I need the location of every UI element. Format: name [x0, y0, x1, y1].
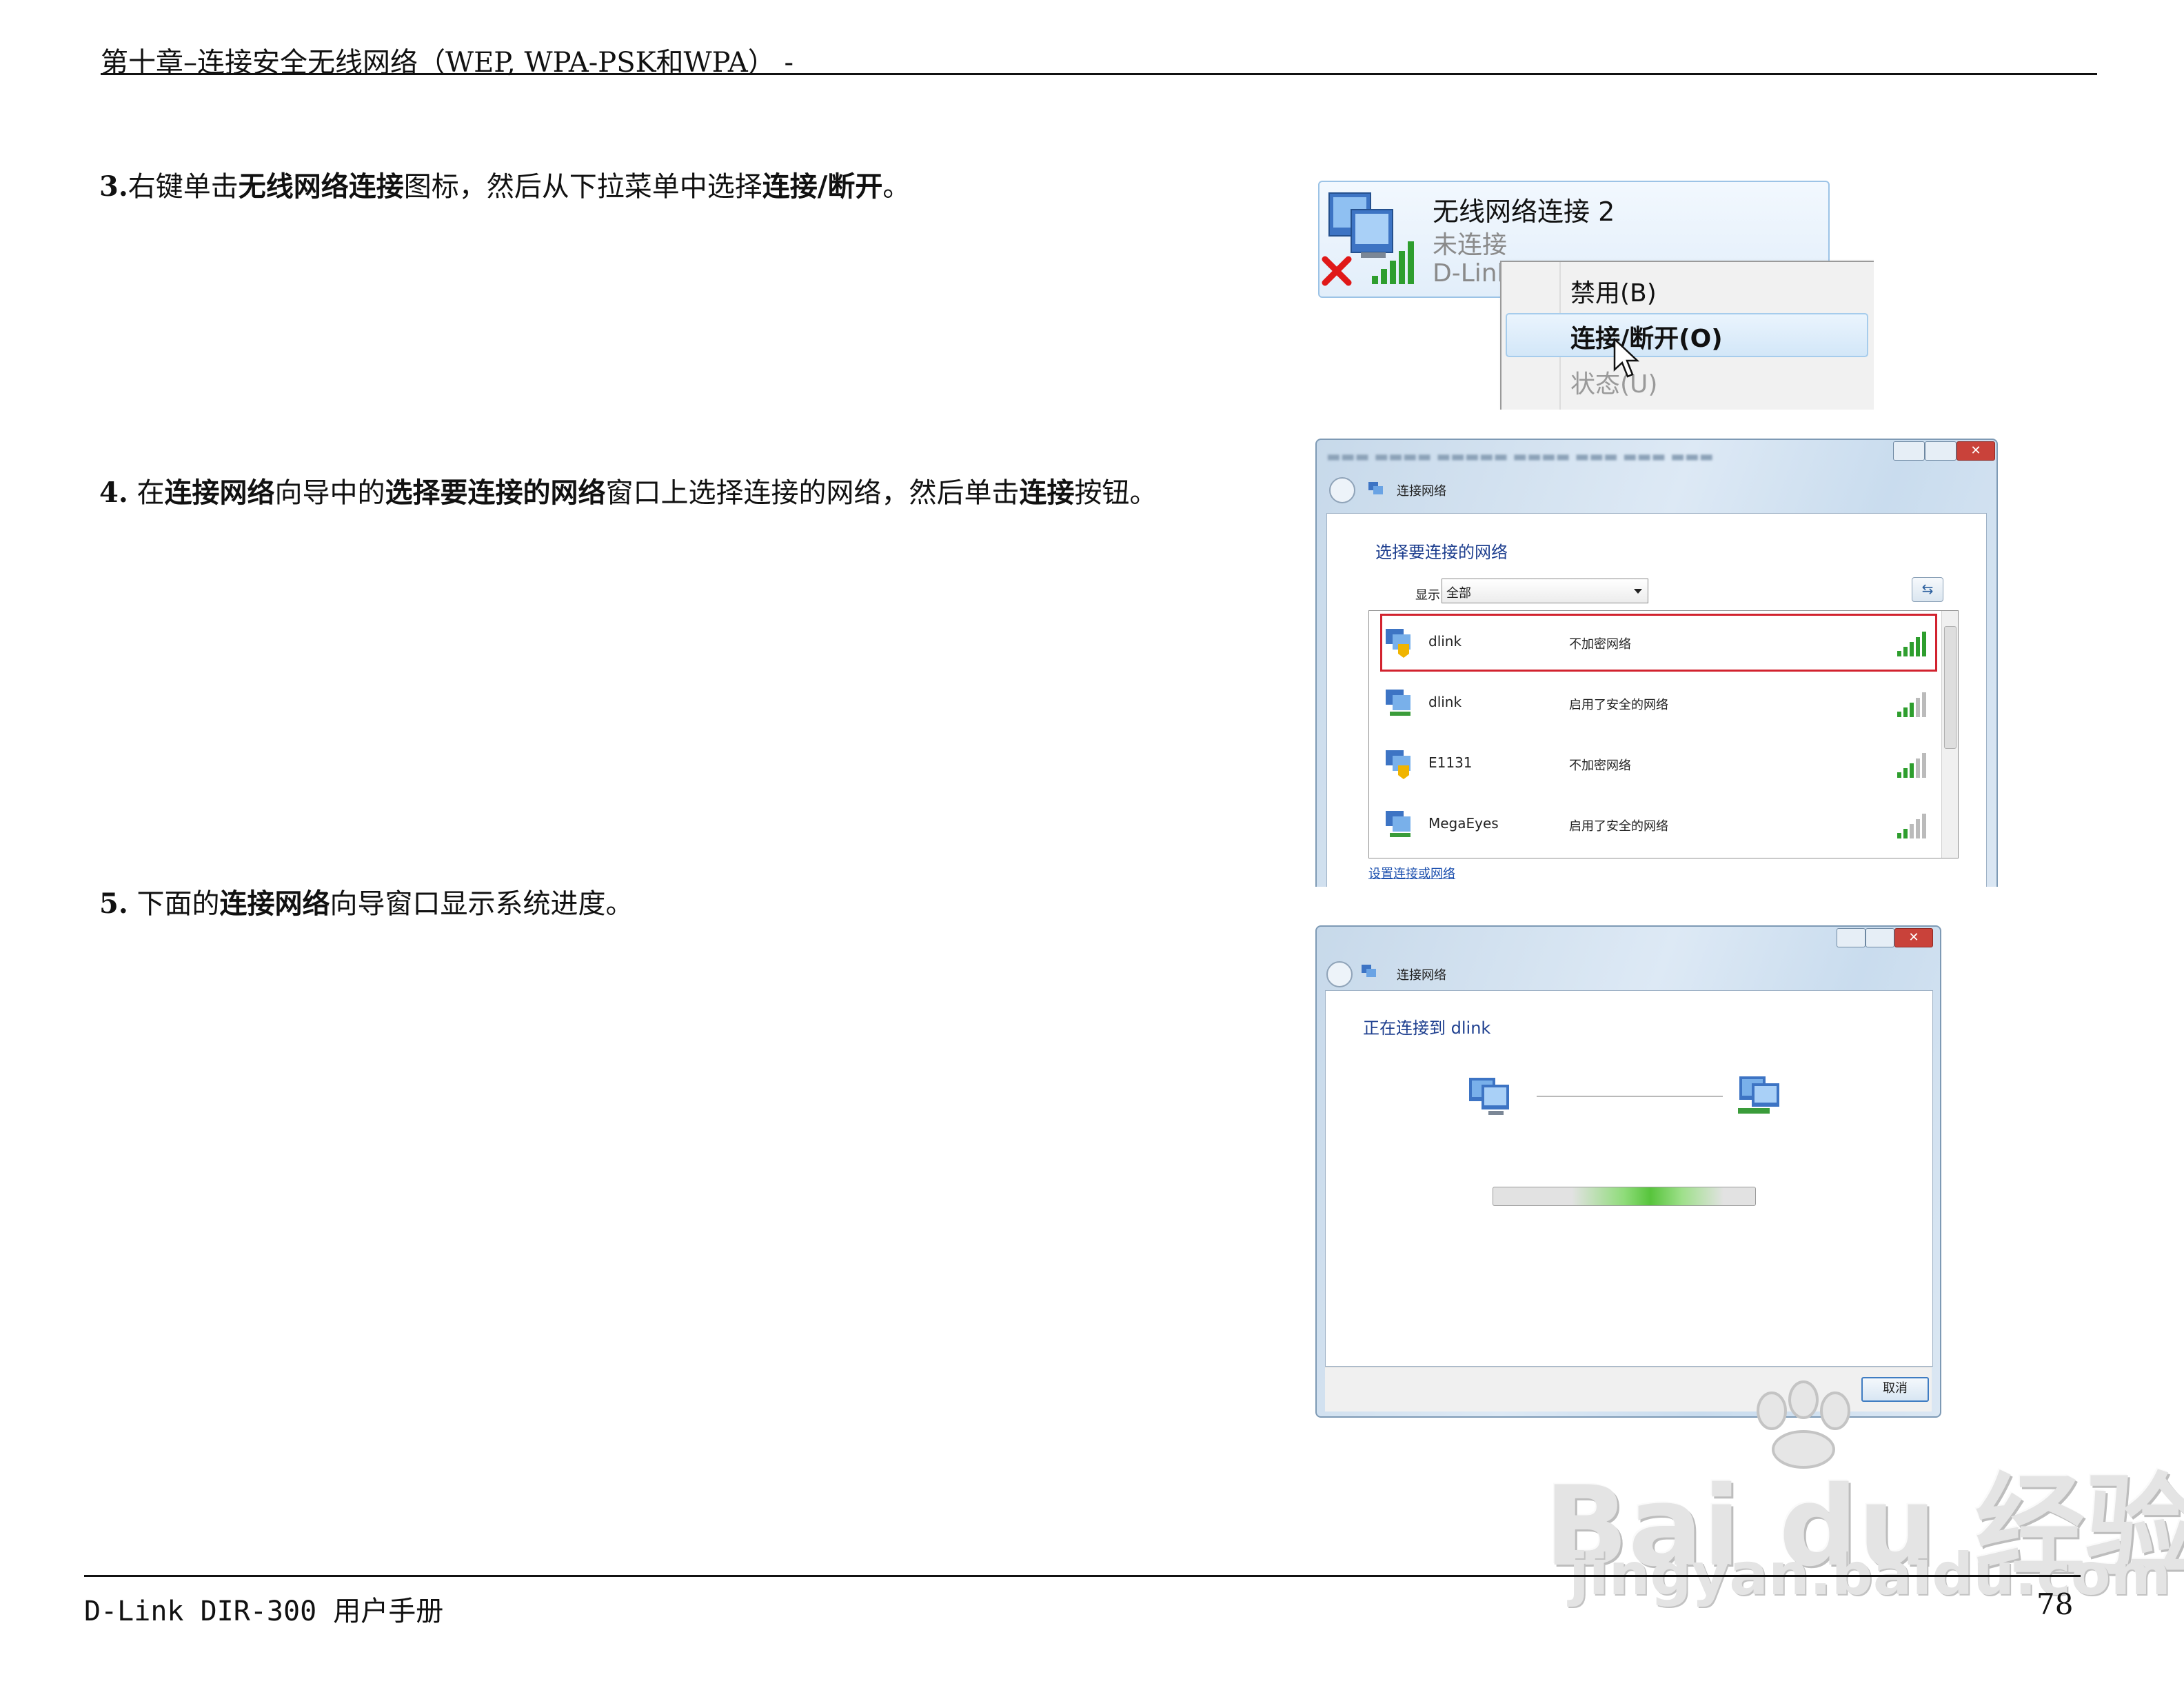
maximize-button[interactable] [1925, 441, 1957, 461]
signal-bars-icon [1897, 814, 1926, 838]
step-4-part: 按钮。 [1074, 477, 1157, 509]
signal-bars-icon [1897, 753, 1926, 778]
chevron-down-icon [1634, 589, 1642, 594]
back-arrow-icon[interactable] [1329, 477, 1355, 503]
menu-item-connect-disconnect[interactable]: 连接/断开(O) [1570, 319, 1723, 354]
watermark-url: jingyan.baidu.com [1569, 1540, 2172, 1608]
mouse-cursor-icon [1613, 338, 1640, 378]
wizard-content: 选择要连接的网络 显示 全部 ⇆ dlink 不加密网络 dlink 启用了安全… [1326, 513, 1987, 887]
network-row[interactable]: MegaEyes 启用了安全的网络 [1369, 796, 1939, 856]
scrollbar-thumb[interactable] [1944, 626, 1957, 749]
network-name: MegaEyes [1428, 815, 1499, 832]
choose-network-screenshot: ▬▬▬ ▬▬▬▬ ▬▬▬▬▬ ▬▬▬▬ ▬▬▬ ▬▬▬ ▬▬▬ ✕ 连接网络 选… [1315, 439, 1999, 887]
wizard-content: 正在连接到 dlink [1325, 990, 1933, 1367]
network-security: 不加密网络 [1569, 637, 1631, 652]
step-4-bold-connect: 连接 [1019, 476, 1075, 509]
footer-rule [84, 1575, 2081, 1577]
footer-manual-title: D-Link DIR-300 用户手册 [84, 1596, 444, 1627]
wizard-window: ▬▬▬ ▬▬▬▬ ▬▬▬▬▬ ▬▬▬▬ ▬▬▬ ▬▬▬ ▬▬▬ ✕ 连接网络 选… [1315, 439, 1998, 887]
step-3-part: 。 [882, 171, 911, 203]
step-4-bold-choose: 选择要连接的网络 [385, 476, 606, 509]
show-filter-value: 全部 [1446, 586, 1471, 601]
step-5-number: 5. [99, 887, 128, 920]
network-wizard-icon [1368, 482, 1383, 494]
network-secure-icon [1386, 690, 1410, 716]
network-row[interactable]: dlink 不加密网络 [1369, 614, 1939, 674]
step-3-part: 右键单击 [128, 171, 239, 203]
minimize-button[interactable] [1837, 928, 1866, 947]
wizard-window: ✕ 连接网络 正在连接到 dlink 取消 [1315, 925, 1941, 1418]
step-4-part: 向导中的 [274, 477, 385, 509]
connection-line [1537, 1096, 1723, 1097]
setup-connection-link[interactable]: 设置连接或网络 [1368, 864, 1455, 882]
maximize-button[interactable] [1866, 928, 1894, 947]
step-4-text: 4. 在连接网络向导中的选择要连接的网络窗口上选择连接的网络，然后单击连接按钮。 [99, 470, 1157, 510]
window-controls: ✕ [1837, 928, 1940, 949]
step-4-number: 4. [99, 476, 128, 509]
wizard-nav-title: 连接网络 [1397, 484, 1446, 499]
window-controls: ✕ [1893, 441, 1996, 462]
network-row[interactable]: dlink 启用了安全的网络 [1369, 674, 1939, 735]
step-5-bold-wizard: 连接网络 [219, 887, 330, 920]
step-4-part: 窗口上选择连接的网络，然后单击 [605, 477, 1020, 509]
network-secure-icon [1386, 811, 1410, 837]
network-security: 不加密网络 [1569, 758, 1631, 773]
network-wizard-icon [1362, 965, 1376, 977]
connection-progress-bar [1493, 1187, 1756, 1206]
show-filter-dropdown[interactable]: 全部 [1442, 579, 1648, 603]
network-security: 启用了安全的网络 [1569, 698, 1668, 712]
minimize-button[interactable] [1893, 441, 1925, 461]
signal-bars-icon [1372, 241, 1414, 284]
network-name: E1131 [1428, 754, 1473, 771]
step-3-text: 3.右键单击无线网络连接图标，然后从下拉菜单中选择连接/断开。 [99, 164, 910, 204]
back-arrow-icon[interactable] [1326, 961, 1353, 987]
network-name: dlink [1428, 633, 1462, 650]
wizard-nav-title: 连接网络 [1397, 968, 1446, 983]
step-4-bold-wizard: 连接网络 [164, 476, 275, 509]
step-4-part: 在 [128, 477, 165, 509]
menu-item-disable[interactable]: 禁用(B) [1570, 273, 1657, 309]
network-row[interactable]: E1131 不加密网络 [1369, 735, 1939, 796]
refresh-button[interactable]: ⇆ [1912, 577, 1943, 602]
network-shield-icon [1386, 750, 1410, 779]
header-rule [101, 73, 2097, 75]
connecting-screenshot: ✕ 连接网络 正在连接到 dlink 取消 [1315, 925, 1945, 1423]
step-3-bold-wireless: 无线网络连接 [238, 170, 404, 203]
network-name: dlink [1428, 694, 1462, 710]
tray-menu-screenshot: 无线网络连接 2 未连接 D-Link 禁用(B) 连接/断开(O) 状态(U) [1308, 178, 1874, 410]
window-title-blur: ▬▬▬ ▬▬▬▬ ▬▬▬▬▬ ▬▬▬▬ ▬▬▬ ▬▬▬ ▬▬▬ [1326, 448, 1714, 465]
signal-bars-icon [1897, 692, 1926, 717]
network-list: dlink 不加密网络 dlink 启用了安全的网络 E1131 不加密网络 M… [1368, 610, 1959, 858]
step-3-bold-connect: 连接/断开 [762, 170, 883, 203]
network-security: 启用了安全的网络 [1569, 819, 1668, 834]
step-3-part: 图标，然后从下拉菜单中选择 [403, 171, 762, 203]
context-menu: 禁用(B) 连接/断开(O) 状态(U) [1500, 261, 1874, 410]
step-5-part: 向导窗口显示系统进度。 [330, 888, 634, 920]
show-label: 显示 [1415, 588, 1440, 603]
close-button[interactable]: ✕ [1957, 441, 1995, 461]
signal-bars-icon [1897, 632, 1926, 656]
wizard-heading: 选择要连接的网络 [1375, 543, 1508, 562]
close-button[interactable]: ✕ [1894, 928, 1933, 947]
list-scrollbar[interactable] [1941, 611, 1958, 858]
step-5-text: 5. 下面的连接网络向导窗口显示系统进度。 [99, 881, 633, 921]
network-computer-icon [1738, 1076, 1779, 1114]
connection-name: 无线网络连接 2 [1433, 197, 1615, 227]
local-computer-icon [1469, 1078, 1509, 1115]
step-5-part: 下面的 [128, 888, 220, 920]
baidu-watermark: Bai du 经验 jingyan.baidu.com [1544, 1379, 2184, 1620]
connection-status: 未连接 [1433, 231, 1508, 259]
page-number: 78 [2036, 1587, 2074, 1621]
connecting-heading: 正在连接到 dlink [1363, 1018, 1491, 1038]
step-3-number: 3. [99, 170, 128, 203]
red-x-icon [1322, 256, 1352, 286]
network-shield-icon [1386, 629, 1410, 658]
